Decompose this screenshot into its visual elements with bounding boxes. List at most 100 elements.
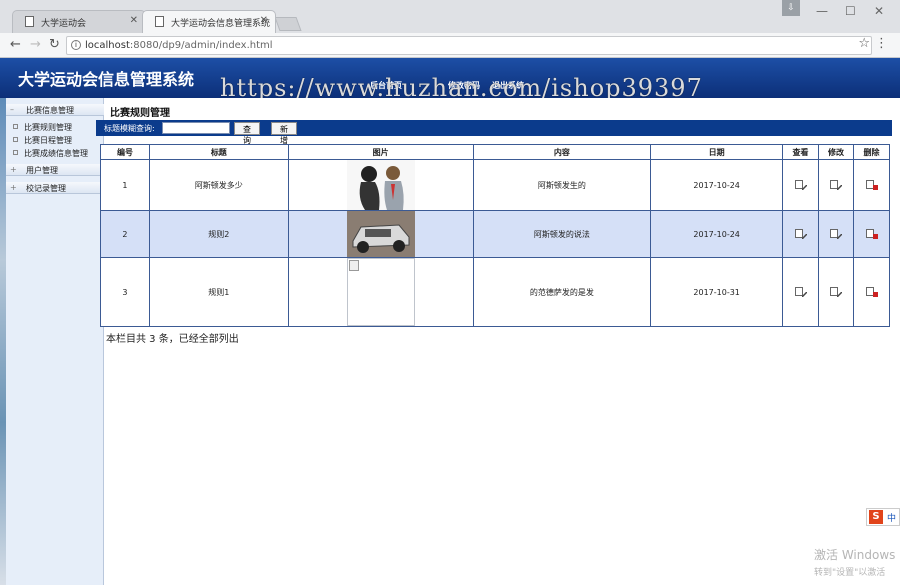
cell-view [782,257,820,327]
column-header: 修改 [818,144,854,160]
broken-image-icon[interactable] [346,258,415,326]
bullet-icon [13,124,18,129]
cell-id: 1 [100,159,150,211]
add-button[interactable]: 新 增 [271,122,297,145]
cell-id: 3 [100,257,150,327]
browser-tab-active[interactable]: 大学运动会信息管理系统 ✕ [142,10,276,33]
delete-icon[interactable] [865,228,878,239]
bullet-icon [13,150,18,155]
column-header: 标题 [148,144,289,160]
cell-id: 2 [100,210,150,258]
sidebar-group-label: 校记录管理 [26,184,66,193]
cell-edit [818,210,854,258]
column-header: 图片 [287,144,474,160]
new-tab-button[interactable] [274,17,302,31]
close-icon[interactable]: ✕ [130,15,138,26]
sidebar-item-rules[interactable]: 比赛规则管理 [6,121,104,134]
forward-icon[interactable]: → [30,37,41,52]
record-count-note: 本栏目共 3 条，已经全部列出 [106,334,239,345]
cell-content: 的范德萨发的是发 [472,257,652,327]
sidebar-item-label: 比赛成绩信息管理 [24,149,88,158]
back-icon[interactable]: ← [10,37,21,52]
cell-image [287,210,474,258]
minimize-icon[interactable]: — [816,4,828,18]
cell-date: 2017-10-31 [650,257,784,327]
title-search-input[interactable] [162,122,230,134]
url-field[interactable]: i localhost:8080/dp9/admin/index.html [66,36,872,55]
sidebar-item-label: 比赛规则管理 [24,123,72,132]
table-header-row: 编号 标题 图片 内容 日期 查看 修改 删除 [100,144,891,160]
search-button[interactable]: 查 询 [234,122,260,145]
collapse-icon: – [10,105,14,114]
cell-edit [818,159,854,211]
expand-icon: + [10,183,17,192]
sidebar-item-label: 比赛日程管理 [24,136,72,145]
tab-title: 大学运动会信息管理系统 [171,19,271,29]
sidebar-group-label: 比赛信息管理 [26,106,74,115]
main-content: 比赛规则管理 标题模糊查询: 查 询 新 增 编号 标题 图片 内容 日期 查看… [96,98,900,585]
rules-table: 编号 标题 图片 内容 日期 查看 修改 删除 1 阿斯顿发多少 阿斯顿发生的 … [100,144,891,327]
tab-title: 大学运动会 [41,19,87,29]
table-row: 2 规则2 阿斯顿发的说法 2017-10-24 [100,210,891,258]
activate-windows-title: 激活 Windows [814,548,896,562]
download-icon[interactable]: ⇩ [782,0,800,16]
sidebar-group-users[interactable]: + 用户管理 [6,164,104,176]
close-icon[interactable]: ✕ [260,15,268,26]
delete-icon[interactable] [865,179,878,190]
browser-tab[interactable]: 大学运动会 ✕ [12,10,146,33]
search-bar: 标题模糊查询: 查 询 新 增 [96,120,892,145]
sidebar-item-results[interactable]: 比赛成绩信息管理 [6,147,104,160]
bowing-people-image[interactable] [346,160,415,210]
cell-view [782,159,820,211]
cell-view [782,210,820,258]
expand-icon: + [10,165,17,174]
column-header: 内容 [472,144,652,160]
column-header: 编号 [100,144,150,160]
sogou-icon: S [869,510,883,524]
cell-title: 规则2 [148,210,289,258]
cell-image [287,159,474,211]
column-header: 删除 [852,144,891,160]
window-close-icon[interactable]: ✕ [874,4,884,18]
reload-icon[interactable]: ↻ [49,37,60,52]
browser-menu-icon[interactable]: ⋮ [875,36,888,51]
info-icon[interactable]: i [71,40,81,50]
table-row: 3 规则1 的范德萨发的是发 2017-10-31 [100,257,891,327]
bookmark-star-icon[interactable]: ☆ [858,36,870,51]
page-icon [155,16,164,27]
edit-icon[interactable] [830,179,843,190]
ime-mode-label: 中 [887,514,897,524]
cell-delete [852,159,891,211]
sidebar-group-school-records[interactable]: + 校记录管理 [6,182,104,194]
edit-icon[interactable] [830,228,843,239]
view-icon[interactable] [795,228,808,239]
cell-image [287,257,474,327]
toy-car-image[interactable] [346,211,415,257]
maximize-icon[interactable]: ☐ [845,4,856,18]
search-label: 标题模糊查询: [104,124,155,133]
cell-date: 2017-10-24 [650,159,784,211]
edit-icon[interactable] [830,286,843,297]
activate-windows-hint: 转到"设置"以激活 [814,568,886,578]
cell-delete [852,210,891,258]
cell-content: 阿斯顿发的说法 [472,210,652,258]
column-header: 日期 [650,144,784,160]
sidebar-item-schedule[interactable]: 比赛日程管理 [6,134,104,147]
sidebar: – 比赛信息管理 比赛规则管理 比赛日程管理 比赛成绩信息管理 + 用户管理 +… [6,98,104,585]
view-icon[interactable] [795,179,808,190]
url-path: :8080/dp9/admin/index.html [129,40,273,51]
sidebar-group-competition-info[interactable]: – 比赛信息管理 [6,104,104,116]
url-host: localhost [85,40,130,51]
view-icon[interactable] [795,286,808,297]
sidebar-group-label: 用户管理 [26,166,58,175]
ime-indicator[interactable]: S 中 [866,508,900,526]
delete-icon[interactable] [865,286,878,297]
cell-content: 阿斯顿发生的 [472,159,652,211]
page-title: 比赛规则管理 [110,108,170,119]
browser-tab-bar: 大学运动会 ✕ 大学运动会信息管理系统 ✕ ⇩ — ☐ ✕ [0,0,900,33]
page-icon [25,16,34,27]
cell-edit [818,257,854,327]
column-header: 查看 [782,144,820,160]
cell-delete [852,257,891,327]
table-row: 1 阿斯顿发多少 阿斯顿发生的 2017-10-24 [100,159,891,211]
